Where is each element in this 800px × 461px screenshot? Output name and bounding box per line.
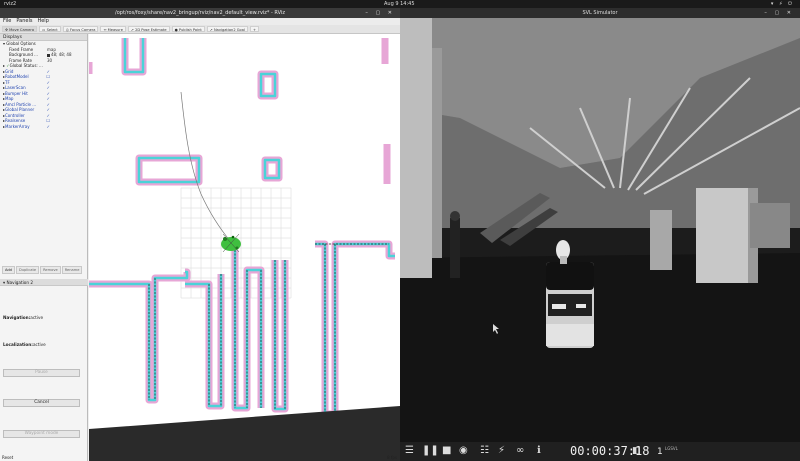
menu-icon[interactable]: ☰	[405, 445, 414, 457]
tool-select[interactable]: ▭ Select	[39, 26, 61, 32]
rviz-3d-viewport[interactable]: 8 fps	[89, 34, 400, 461]
rename-display-button[interactable]: Rename	[61, 266, 83, 274]
robot-path-trail	[180, 91, 232, 243]
frame-rate-value[interactable]: 30	[47, 58, 52, 64]
tool-publish-point[interactable]: ● Publish Point	[171, 26, 205, 32]
menu-panels[interactable]: Panels	[16, 18, 32, 25]
active-app-label[interactable]: rviz2	[4, 0, 16, 8]
display-list: ▸ Grid ✓ ▸ RobotModel ☐ ▸ TF ✓ ▸ LaserScan ✓ ▸ B…	[3, 69, 87, 130]
map-view	[89, 38, 400, 461]
navigation-status: Navigation:active	[3, 315, 43, 320]
stop-icon[interactable]: ■	[442, 445, 451, 457]
rviz-titlebar[interactable]: /opt/ros/foxy/share/nav2_bringup/rviz/na…	[0, 8, 400, 18]
global-status-label: Global Status: ...	[9, 63, 43, 68]
info-icon[interactable]: ℹ	[537, 445, 541, 457]
rviz-left-pane: Displays ▾ Global Options Fixed Frame map…	[0, 34, 88, 461]
tool-label: Measure	[107, 28, 123, 32]
displays-buttons: Add Duplicate Remove Rename	[2, 266, 83, 274]
localization-status-label: Localization:	[3, 342, 33, 347]
pillar-right	[696, 188, 748, 283]
simulator-window: SVL Simulator – ▢ ✕ ☰ ❚❚ ■ ◉ ☷ ⚡ ∞ ℹ 00:…	[400, 8, 800, 461]
display-row[interactable]: ▸ MarkerArray ✓	[3, 124, 87, 130]
visibility-icon[interactable]: ◉	[459, 445, 468, 457]
duplicate-display-button[interactable]: Duplicate	[15, 266, 40, 274]
background-value-text: 48; 48; 48	[51, 52, 72, 57]
ground-shadow	[89, 406, 400, 461]
rviz-window-title: /opt/ros/foxy/share/nav2_bringup/rviz/na…	[115, 10, 285, 16]
tool-label: 2D Pose Estimate	[135, 28, 167, 32]
simulator-window-title: SVL Simulator	[582, 10, 618, 16]
version-number: 1	[657, 447, 663, 457]
tool-move-camera[interactable]: ✥ Move Camera	[2, 26, 38, 32]
system-clock[interactable]: Aug 9 14:45	[384, 0, 415, 8]
pause-icon[interactable]: ❚❚	[422, 445, 439, 457]
add-display-button[interactable]: Add	[2, 266, 15, 274]
pause-button[interactable]: Pause	[3, 369, 80, 377]
displays-tree: ▾ Global Options Fixed Frame map Backgrou…	[0, 41, 87, 129]
pillar-left	[450, 218, 460, 278]
tool-navigation2-goal[interactable]: ➚ Navigation2 Goal	[206, 26, 248, 32]
tool-focus-camera[interactable]: ◎ Focus Camera	[62, 26, 99, 32]
simulator-control-bar: ☰ ❚❚ ■ ◉ ☷ ⚡ ∞ ℹ 00:00:37:18 ◧ 1 LGSVL	[400, 442, 800, 461]
rviz-window: /opt/ros/foxy/share/nav2_bringup/rviz/na…	[0, 8, 400, 461]
tool-label: Publish Point	[178, 28, 202, 32]
desktop: rviz2 Aug 9 14:45 ▾ ⚡ ⏻ /opt/ros/foxy/sh…	[0, 0, 800, 461]
displays-panel-header: Displays	[0, 34, 87, 41]
fps-readout: 8 fps	[387, 455, 397, 460]
rviz-window-controls[interactable]: – ▢ ✕	[365, 8, 395, 18]
remove-display-button[interactable]: Remove	[40, 266, 61, 274]
system-tray[interactable]: ▾ ⚡ ⏻	[771, 0, 794, 8]
menu-help[interactable]: Help	[37, 18, 48, 25]
localization-status: Localization:active	[3, 342, 46, 347]
vr-icon[interactable]: ∞	[516, 445, 524, 457]
navigation-status-value: active	[30, 315, 44, 320]
waypoint-mode-button[interactable]: Waypoint mode	[3, 430, 80, 438]
color-swatch	[47, 53, 50, 57]
tool-add-icon[interactable]: +	[249, 26, 259, 32]
costmap-walls	[89, 38, 395, 418]
localization-status-value: active	[32, 342, 46, 347]
plug-icon[interactable]: ⚡	[498, 445, 505, 457]
rviz-toolbar: ✥ Move Camera ▭ Select ◎ Focus Camera ↔ …	[0, 25, 400, 34]
navigation-status-label: Navigation:	[3, 315, 31, 320]
navigation2-panel: ▾ Navigation 2	[0, 279, 88, 286]
simulator-3d-scene[interactable]	[400, 18, 800, 442]
tool-label: Navigation2 Goal	[213, 28, 245, 32]
tool-measure[interactable]: ↔ Measure	[100, 26, 126, 32]
display-enabled-checkbox[interactable]: ✓	[47, 124, 50, 130]
station-scene	[400, 18, 800, 442]
navigation2-panel-title: Navigation 2	[6, 280, 34, 285]
sliders-icon[interactable]: ☷	[480, 445, 489, 457]
tool-label: Select	[46, 28, 58, 32]
reset-button[interactable]: Reset	[2, 455, 13, 460]
rviz-menubar: File Panels Help	[0, 18, 400, 25]
navigation2-panel-header: ▾ Navigation 2	[0, 279, 88, 286]
tool-label: Move Camera	[9, 28, 35, 32]
display-label: MarkerArray	[5, 123, 30, 129]
system-top-bar: rviz2 Aug 9 14:45 ▾ ⚡ ⏻	[0, 0, 800, 8]
lgsvl-label: LGSVL	[665, 446, 678, 451]
camera-icon[interactable]: ◧	[632, 445, 641, 457]
simulator-titlebar[interactable]: SVL Simulator – ▢ ✕	[400, 8, 800, 18]
tool-2d-pose-estimate[interactable]: ➚ 2D Pose Estimate	[127, 26, 170, 32]
cancel-button[interactable]: Cancel	[3, 399, 80, 407]
menu-file[interactable]: File	[3, 18, 11, 25]
simulator-window-controls[interactable]: – ▢ ✕	[764, 8, 794, 18]
tool-label: Focus Camera	[69, 28, 96, 32]
